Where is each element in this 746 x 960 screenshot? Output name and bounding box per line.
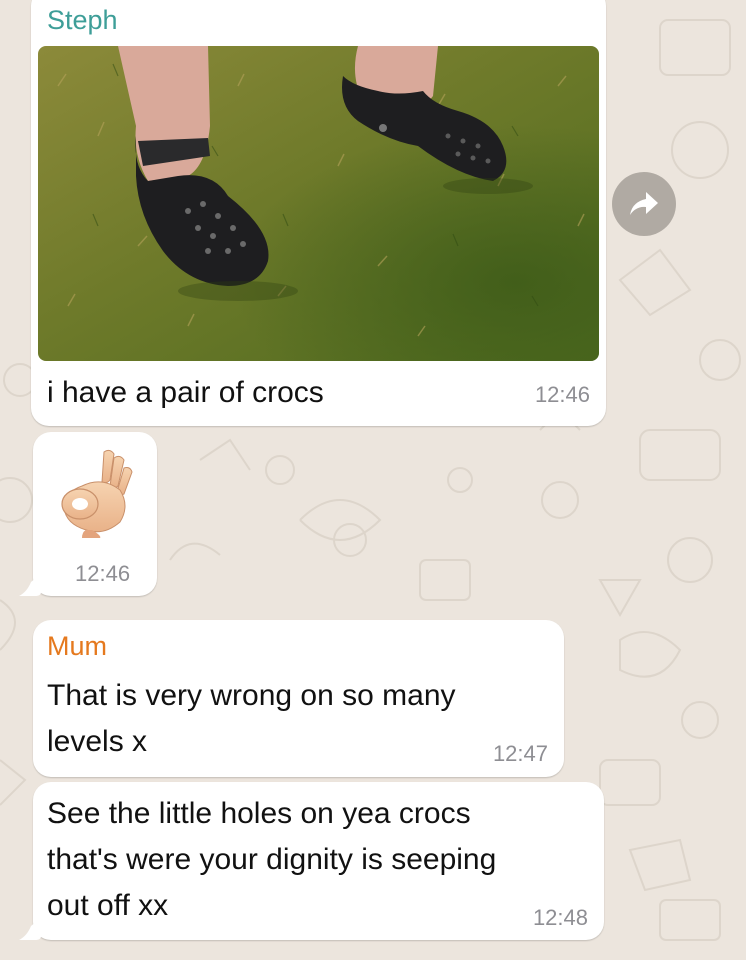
message-text: That is very wrong on so many levels x bbox=[47, 679, 456, 758]
forward-arrow-icon bbox=[630, 192, 658, 215]
message-bubble-mum-followup[interactable]: See the little holes on yea crocs that's… bbox=[33, 782, 604, 940]
message-bubble-emoji[interactable]: 12:46 bbox=[33, 432, 157, 596]
message-text: See the little holes on yea crocs that's… bbox=[47, 797, 497, 922]
message-bubble-mum[interactable]: Mum That is very wrong on so many levels… bbox=[33, 620, 564, 777]
message-bubble-steph-photo[interactable]: Steph i have a pair of crocs 12:46 bbox=[31, 0, 606, 426]
bubble-tail bbox=[19, 574, 41, 596]
bubble-tail bbox=[19, 918, 41, 940]
sender-name: Steph bbox=[47, 5, 118, 35]
message-text: i have a pair of crocs bbox=[47, 376, 324, 409]
sender-name: Mum bbox=[47, 631, 107, 661]
message-timestamp: 12:48 bbox=[532, 905, 588, 930]
message-timestamp: 12:47 bbox=[492, 741, 548, 766]
ok-hand-emoji bbox=[61, 449, 133, 538]
photo-image bbox=[38, 46, 599, 361]
forward-button[interactable] bbox=[612, 172, 676, 236]
message-timestamp: 12:46 bbox=[534, 382, 590, 407]
message-timestamp: 12:46 bbox=[75, 561, 131, 586]
photo-crocs-on-grass[interactable] bbox=[38, 46, 599, 361]
